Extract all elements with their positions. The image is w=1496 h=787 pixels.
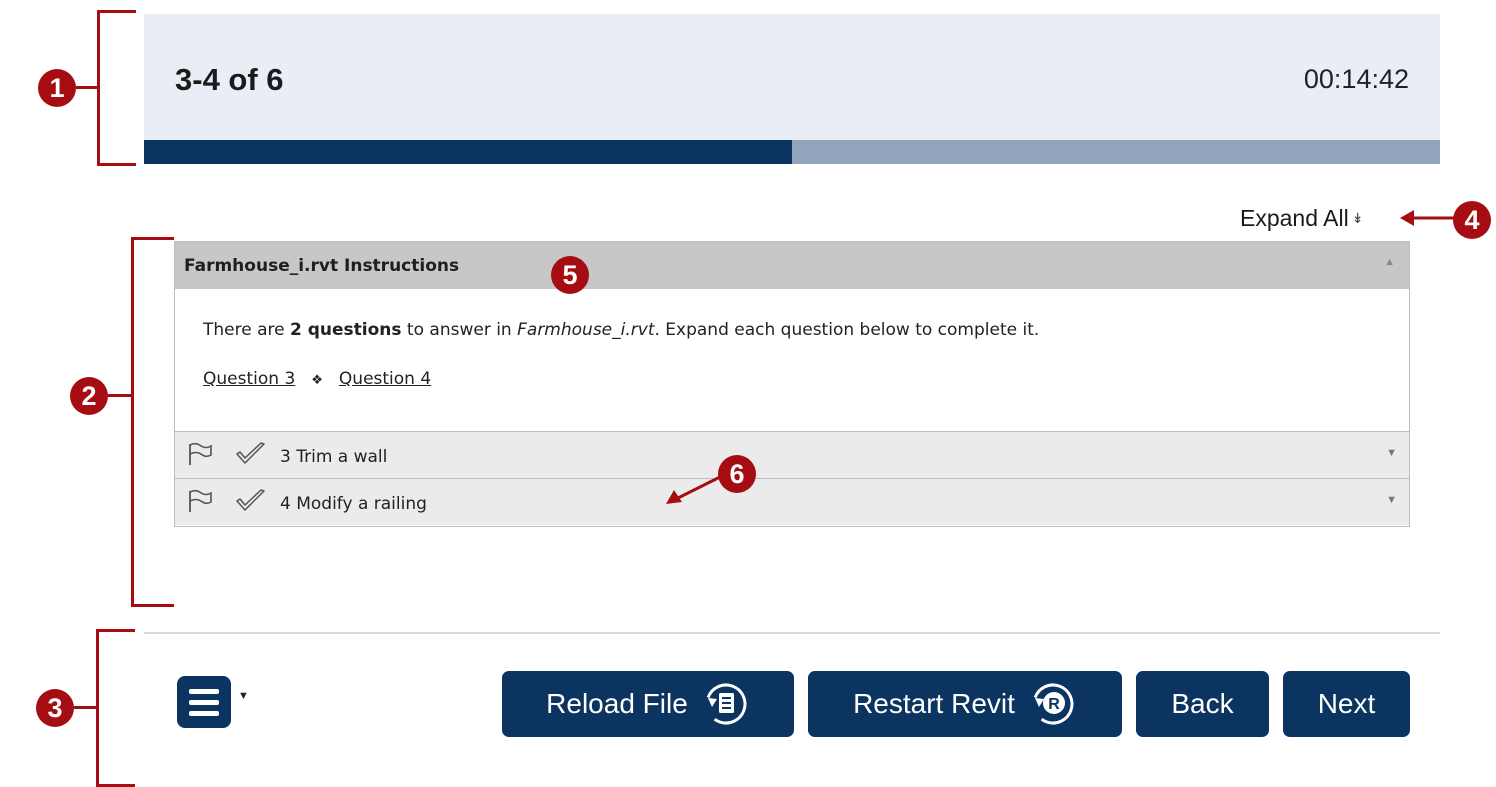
- reload-file-button[interactable]: Reload File: [502, 671, 794, 737]
- chevron-down-icon[interactable]: ▼: [1386, 494, 1397, 506]
- next-button[interactable]: Next: [1283, 671, 1410, 737]
- reload-file-icon: [705, 683, 747, 725]
- expand-all-label: Expand All: [1240, 205, 1349, 231]
- restart-revit-label: Restart Revit: [853, 688, 1015, 719]
- callout-1-badge: 1: [38, 69, 76, 107]
- callout-4-badge: 4: [1453, 201, 1491, 239]
- progress-bar-fill: [144, 140, 792, 164]
- instructions-title: Farmhouse_i.rvt Instructions: [184, 256, 460, 276]
- svg-text:R: R: [1048, 696, 1060, 713]
- question-row[interactable]: 3 Trim a wall ▼: [175, 431, 1409, 478]
- question-links: Question 3 ❖ Question 4: [203, 369, 431, 389]
- instructions-text: There are 2 questions to answer in Farmh…: [203, 320, 1040, 340]
- restart-revit-icon: R: [1032, 683, 1074, 725]
- callout-6-arrow-icon: [666, 475, 721, 504]
- back-button[interactable]: Back: [1136, 671, 1269, 737]
- callout-bracket-panel: [131, 237, 174, 607]
- question-title: 3 Trim a wall: [280, 447, 388, 467]
- menu-dropdown-caret-icon[interactable]: ▼: [238, 690, 249, 702]
- question-count: 2 questions: [290, 320, 402, 340]
- question-row[interactable]: 4 Modify a railing ▼: [175, 478, 1409, 525]
- checkmark-icon: [236, 489, 265, 511]
- link-separator: ❖: [311, 373, 323, 388]
- callout-3-badge: 3: [36, 689, 74, 727]
- progress-bar: [144, 140, 1440, 164]
- checkmark-icon: [236, 442, 265, 464]
- exam-timer: 00:14:42: [1303, 64, 1409, 94]
- footer-divider: [144, 632, 1440, 634]
- callout-4-arrow-icon: [1400, 210, 1456, 226]
- question-3-link[interactable]: Question 3: [203, 369, 295, 389]
- chevron-down-icon[interactable]: ▼: [1386, 447, 1397, 459]
- hamburger-menu-button[interactable]: [177, 676, 231, 728]
- callout-bracket-header: [97, 10, 136, 166]
- instructions-panel-header[interactable]: Farmhouse_i.rvt Instructions ▲: [175, 242, 1409, 289]
- expand-all-button[interactable]: Expand All ↡: [1240, 205, 1363, 232]
- reload-file-label: Reload File: [546, 688, 688, 719]
- collapse-up-icon[interactable]: ▲: [1384, 256, 1395, 268]
- exam-header: 3-4 of 6 00:14:42: [144, 14, 1440, 140]
- instructions-body: There are 2 questions to answer in Farmh…: [175, 289, 1409, 431]
- flag-icon[interactable]: [187, 442, 213, 466]
- question-4-link[interactable]: Question 4: [339, 369, 431, 389]
- question-range: 3-4 of 6: [175, 62, 284, 97]
- file-name: Farmhouse_i.rvt: [517, 320, 655, 340]
- instructions-panel: Farmhouse_i.rvt Instructions ▲ There are…: [174, 241, 1410, 527]
- question-title: 4 Modify a railing: [280, 494, 427, 514]
- restart-revit-button[interactable]: Restart Revit R: [808, 671, 1122, 737]
- callout-bracket-footer: [96, 629, 135, 787]
- double-chevron-down-icon: ↡: [1351, 210, 1364, 226]
- callout-5-badge: 5: [551, 256, 589, 294]
- callout-2-badge: 2: [70, 377, 108, 415]
- flag-icon[interactable]: [187, 489, 213, 513]
- hamburger-menu-icon: [189, 689, 219, 694]
